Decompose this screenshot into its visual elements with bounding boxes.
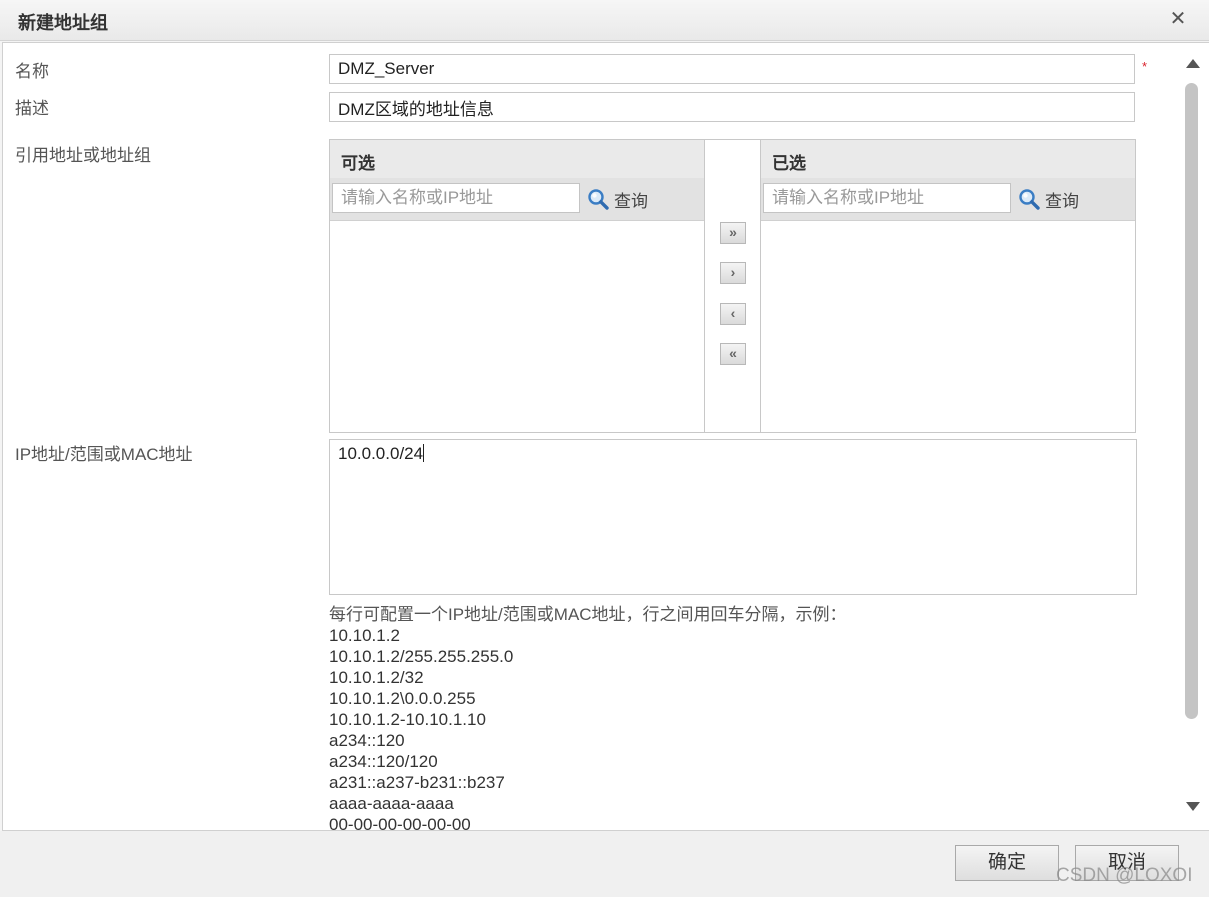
ip-textarea-value: 10.0.0.0/24: [338, 444, 424, 463]
description-label: 描述: [15, 99, 49, 118]
ip-textarea[interactable]: 10.0.0.0/24: [329, 439, 1137, 595]
help-example: 10.10.1.2/32: [329, 668, 424, 687]
remove-all-button[interactable]: «: [720, 343, 746, 365]
required-mark: *: [1142, 59, 1148, 74]
dialog-titlebar: 新建地址组 ✕: [0, 0, 1209, 41]
help-example: 10.10.1.2: [329, 626, 400, 645]
text-caret: [423, 444, 425, 462]
name-label: 名称: [15, 62, 49, 81]
help-example: a234::120: [329, 731, 405, 750]
reference-label: 引用地址或地址组: [15, 146, 151, 165]
help-intro: 每行可配置一个IP地址/范围或MAC地址，行之间用回车分隔，示例：: [329, 605, 847, 624]
help-example: a234::120/120: [329, 752, 438, 771]
dialog-body: 名称 * 描述 引用地址或地址组 可选 查询: [2, 42, 1209, 831]
selected-panel: 已选 查询: [760, 139, 1136, 433]
available-panel: 可选 查询: [329, 139, 705, 433]
selected-search-bar: 查询: [761, 178, 1135, 221]
dialog-title: 新建地址组: [18, 13, 108, 33]
search-icon: [588, 189, 609, 210]
selected-panel-title: 已选: [772, 154, 806, 173]
ip-help-text: 每行可配置一个IP地址/范围或MAC地址，行之间用回车分隔，示例： 10.10.…: [329, 604, 847, 831]
available-search-bar: 查询: [330, 178, 704, 221]
add-all-button[interactable]: »: [720, 222, 746, 244]
scroll-up-arrow-icon[interactable]: [1186, 59, 1200, 68]
vertical-scrollbar[interactable]: [1183, 53, 1203, 821]
watermark: CSDN @LOXOI: [1056, 865, 1193, 886]
dialog-footer: 确定 取消: [0, 831, 1209, 897]
help-example: 10.10.1.2-10.10.1.10: [329, 710, 486, 729]
help-example: 10.10.1.2\0.0.0.255: [329, 689, 476, 708]
close-icon[interactable]: ✕: [1165, 6, 1191, 32]
scroll-down-arrow-icon[interactable]: [1186, 802, 1200, 811]
available-search-input[interactable]: [332, 183, 580, 213]
help-example: a231::a237-b231::b237: [329, 773, 505, 792]
ok-button[interactable]: 确定: [955, 845, 1059, 881]
available-search-label: 查询: [614, 192, 648, 211]
available-panel-header: 可选: [330, 140, 704, 179]
ip-label: IP地址/范围或MAC地址: [15, 445, 193, 464]
selected-search-label: 查询: [1045, 192, 1079, 211]
available-panel-title: 可选: [341, 154, 375, 173]
help-example: 00-00-00-00-00-00: [329, 815, 471, 831]
selected-search-input[interactable]: [763, 183, 1011, 213]
help-example: aaaa-aaaa-aaaa: [329, 794, 454, 813]
selected-panel-header: 已选: [761, 140, 1135, 179]
help-example: 10.10.1.2/255.255.255.0: [329, 647, 514, 666]
remove-button[interactable]: ‹: [720, 303, 746, 325]
transfer-buttons: » › ‹ «: [705, 139, 761, 433]
description-field[interactable]: [329, 92, 1135, 122]
scrollbar-thumb[interactable]: [1185, 83, 1198, 719]
new-address-group-dialog: 新建地址组 ✕ 名称 * 描述 引用地址或地址组 可选 查询: [0, 0, 1209, 897]
search-icon: [1019, 189, 1040, 210]
name-field[interactable]: [329, 54, 1135, 84]
add-button[interactable]: ›: [720, 262, 746, 284]
